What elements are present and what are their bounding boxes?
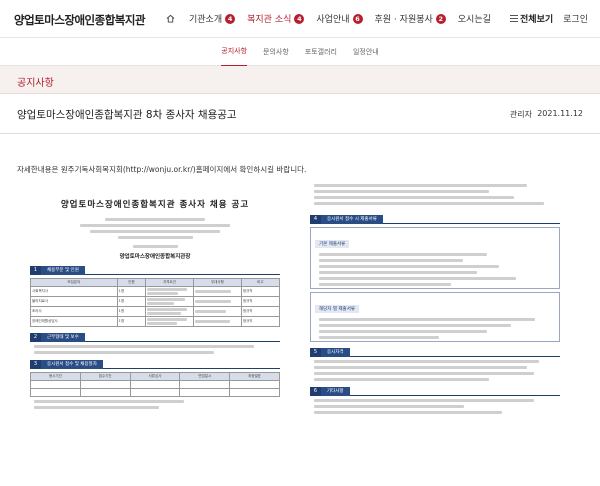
site-header: 양업토마스장애인종합복지관 기관소개 4 복지관 소식 4 사업안내 6 후원 … xyxy=(0,0,600,38)
doc-intro xyxy=(30,218,280,239)
page-title-bar: 공지사항 xyxy=(0,66,600,94)
nav-label: 복지관 소식 xyxy=(247,15,292,25)
post-date: 2021.11.12 xyxy=(537,109,583,118)
home-icon[interactable] xyxy=(166,14,175,23)
post-author: 관리자 xyxy=(509,110,532,119)
nav-badge: 4 xyxy=(294,13,305,24)
doc-section-1: 1 채용부문 및 인원 xyxy=(30,265,280,275)
doc-org: 양업토마스장애인종합복지관장 xyxy=(119,254,191,260)
all-menu-button[interactable]: 전체보기 xyxy=(510,12,553,25)
nav-item-about[interactable]: 기관소개 4 xyxy=(189,12,236,25)
tab-notice[interactable]: 공지사항 xyxy=(221,37,248,66)
doc-section-2: 2 근무형태 및 보수 xyxy=(30,332,280,342)
table-row: 물리치료사 1명 정규직 xyxy=(30,296,281,307)
nav-label: 후원 · 자원봉사 xyxy=(374,15,433,25)
nav-label: 기관소개 xyxy=(189,15,223,25)
recruit-table: 모집분야 인원 자격요건 우대사항 비고 사회복지사 1명 정규직 물리치료사 … xyxy=(30,278,281,327)
doc-title: 양업토마스장애인종합복지관 종사자 채용 공고 xyxy=(60,200,250,210)
tab-inquiry[interactable]: 문의사항 xyxy=(263,38,289,66)
all-menu-label: 전체보기 xyxy=(520,15,554,25)
nav-item-support[interactable]: 후원 · 자원봉사 2 xyxy=(375,12,446,25)
doc-page-left: 양업토마스장애인종합복지관 종사자 채용 공고 양업토마스장애인종합복지관장 1… xyxy=(30,176,281,486)
main-nav: 기관소개 4 복지관 소식 4 사업안내 6 후원 · 자원봉사 2 오시는길 xyxy=(166,12,503,25)
schedule-table: 응시기간 접수기간 서류심사 면접일시 최종발표 xyxy=(30,372,280,397)
sub-nav: 공지사항 문의사항 포토갤러리 일정안내 xyxy=(0,38,600,66)
table-row: 사회복지사 1명 정규직 xyxy=(30,286,281,297)
doc-section-5: 5 응시자격 xyxy=(310,347,560,357)
table-row: 장애인재활상담사 1명 정규직 xyxy=(30,316,281,327)
login-link[interactable]: 로그인 xyxy=(563,12,588,25)
doc-section-3: 3 응시원서 접수 및 채용절차 xyxy=(30,359,280,369)
nav-badge: 4 xyxy=(225,13,236,24)
header-utility: 전체보기 로그인 xyxy=(510,12,588,25)
menu-icon xyxy=(510,15,519,22)
table-row: 조리사 1명 정규직 xyxy=(30,306,281,317)
post-body-text: 자세한내용은 원주기독사회복지회(http://wonju.or.kr/)홈페이… xyxy=(17,165,307,174)
nav-item-news[interactable]: 복지관 소식 4 xyxy=(247,12,305,25)
nav-item-programs[interactable]: 사업안내 6 xyxy=(316,12,363,25)
doc-section-6: 6 기타사항 xyxy=(310,386,560,396)
nav-label: 사업안내 xyxy=(316,15,350,25)
nav-label: 오시는길 xyxy=(457,15,491,25)
tab-schedule[interactable]: 일정안내 xyxy=(353,38,379,66)
doc-section-4: 4 응시원서 접수 시 제출서류 xyxy=(310,214,560,224)
nav-badge: 6 xyxy=(352,13,363,24)
doc-date xyxy=(132,245,178,248)
post-header: 양업토마스장애인종합복지관 8차 종사자 채용공고 관리자 2021.11.12 xyxy=(0,94,600,134)
table-row xyxy=(30,388,280,397)
nav-badge: 2 xyxy=(435,13,446,24)
doc-page-right: 4 응시원서 접수 시 제출서류 기본 제출서류 해당자 별 제출서류 5 응시… xyxy=(310,176,560,486)
announcement-image: 양업토마스장애인종합복지관 종사자 채용 공고 양업토마스장애인종합복지관장 1… xyxy=(30,176,570,486)
tab-photo-gallery[interactable]: 포토갤러리 xyxy=(305,38,337,66)
table-row xyxy=(30,380,280,389)
post-title: 양업토마스장애인종합복지관 8차 종사자 채용공고 xyxy=(17,109,237,121)
nav-item-directions[interactable]: 오시는길 xyxy=(458,12,491,25)
doc-box-basic: 기본 제출서류 xyxy=(310,227,560,289)
doc-box-extra: 해당자 별 제출서류 xyxy=(310,292,560,342)
site-logo[interactable]: 양업토마스장애인종합복지관 xyxy=(14,12,146,28)
page-title: 공지사항 xyxy=(17,78,54,89)
